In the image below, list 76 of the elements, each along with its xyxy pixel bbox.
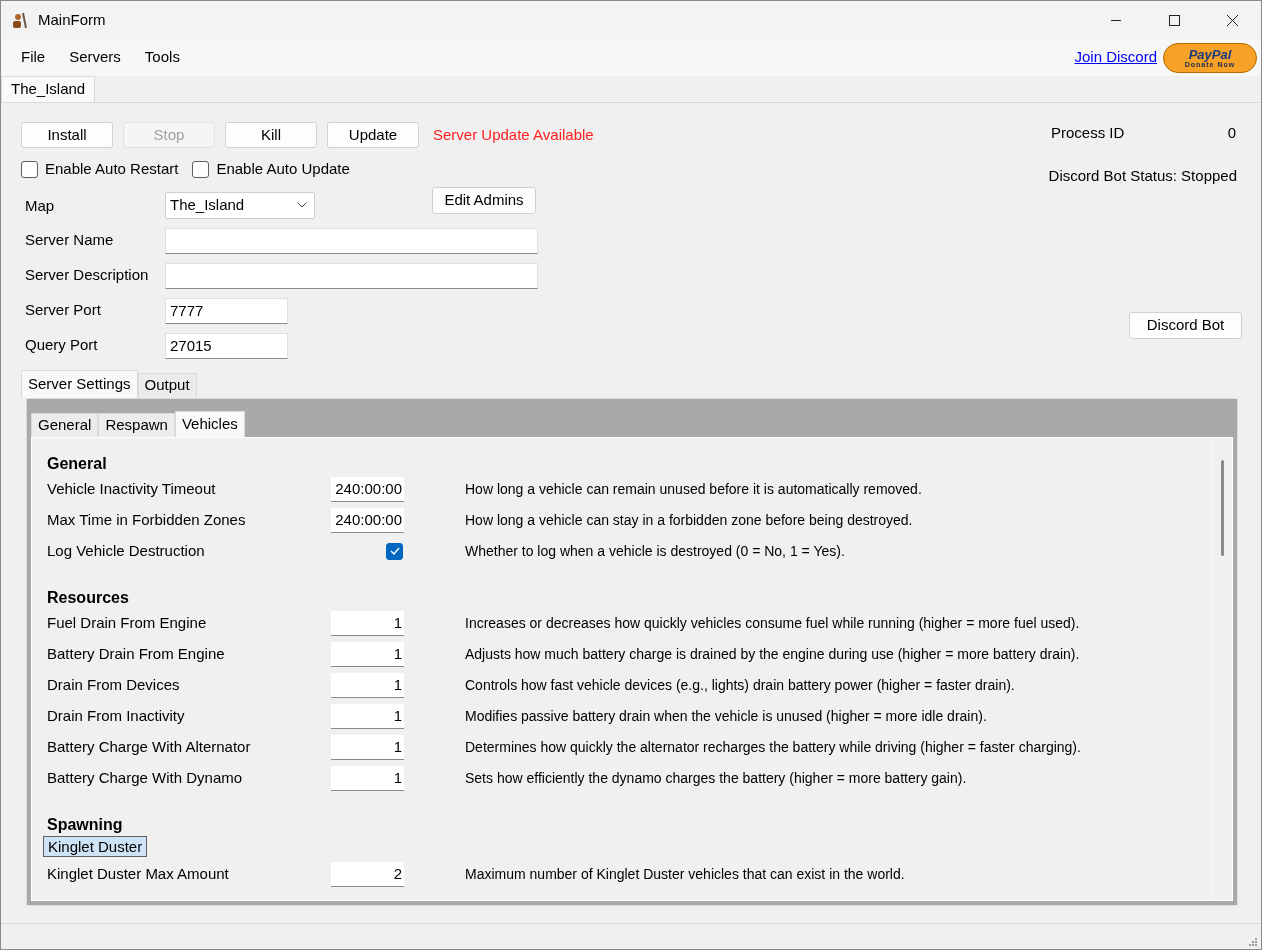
sub-tab[interactable]: General [31, 412, 99, 437]
menu-item[interactable]: Servers [57, 46, 133, 69]
chevron-down-icon [297, 202, 307, 208]
scrollbar-thumb[interactable] [1221, 459, 1224, 556]
process-id-label: Process ID [1051, 123, 1125, 143]
process-id-value: 0 [1227, 123, 1236, 143]
setting-description: Increases or decreases how quickly vehicles consume fuel while running (higher = more fuel used). [465, 613, 1081, 633]
server-tab[interactable]: The_Island [1, 76, 96, 102]
setting-description: Determines how quickly the alternator recharges the battery while driving (higher = faster charging). [465, 737, 1082, 757]
setting-input[interactable]: 1 [331, 641, 404, 667]
menu-item[interactable]: Tools [132, 46, 192, 69]
resize-grip-icon[interactable] [1247, 935, 1257, 946]
text-field[interactable]: 7777 [165, 297, 288, 324]
discord-link[interactable]: Join Discord [1074, 46, 1157, 69]
app-icon [11, 11, 29, 29]
setting-description: Modifies passive battery drain when the vehicle is unused (higher = more idle drain). [465, 706, 988, 726]
setting-label: Max Time in Forbidden Zones [47, 509, 247, 530]
setting-label: Log Vehicle Destruction [47, 540, 206, 561]
checkbox-label: Enable Auto Update [216, 159, 350, 179]
setting-label: Fuel Drain From Engine [47, 612, 208, 633]
setting-description: How long a vehicle can stay in a forbidden zone before being destroyed. [465, 510, 914, 530]
field-label: Server Port [24, 300, 102, 321]
setting-description: Whether to log when a vehicle is destroyed (0 = No, 1 = Yes). [465, 541, 846, 561]
section-heading: Resources [47, 587, 130, 608]
update-notice: Server Update Available [433, 124, 594, 145]
setting-input[interactable]: 1 [331, 672, 404, 698]
close-icon [1226, 14, 1238, 26]
field-label: Server Description [24, 265, 150, 286]
action-button[interactable]: Update [327, 122, 419, 148]
field-label: Server Name [24, 230, 115, 251]
setting-input[interactable]: 1 [331, 734, 404, 760]
action-button[interactable]: Install [21, 122, 113, 148]
setting-label: Battery Drain From Engine [47, 643, 226, 664]
sub-tab[interactable]: Vehicles [174, 410, 245, 437]
text-field[interactable] [165, 227, 538, 254]
discord-bot-button[interactable]: Discord Bot [1129, 312, 1242, 339]
checkbox-label: Enable Auto Restart [45, 159, 179, 179]
setting-description: Maximum number of Kinglet Duster vehicles that can exist in the world. [465, 864, 906, 884]
setting-input[interactable]: 240:00:00 [331, 507, 404, 533]
setting-label: Drain From Inactivity [47, 705, 186, 726]
setting-input[interactable]: 2 [331, 861, 404, 887]
setting-label: Vehicle Inactivity Timeout [47, 478, 217, 499]
field-label: Map [24, 195, 56, 216]
menu-item[interactable]: File [9, 46, 58, 69]
checkbox[interactable] [21, 160, 38, 178]
checkbox[interactable] [386, 542, 403, 560]
setting-description: Controls how fast vehicle devices (e.g., lights) drain battery power (higher = faster drain). [465, 675, 1016, 695]
checkbox[interactable] [192, 160, 210, 178]
window-title: MainForm [38, 9, 106, 30]
setting-label: Battery Charge With Dynamo [47, 767, 244, 788]
setting-label: Battery Charge With Alternator [47, 736, 252, 757]
setting-input[interactable]: 1 [331, 610, 404, 636]
setting-input[interactable]: 240:00:00 [331, 476, 404, 502]
action-button[interactable]: Kill [225, 122, 317, 148]
minimize-icon [1111, 19, 1121, 21]
check-icon [389, 547, 400, 555]
edit-admins-button[interactable]: Edit Admins [432, 186, 536, 214]
text-field[interactable]: 27015 [165, 332, 288, 359]
setting-input[interactable]: 1 [331, 765, 404, 791]
settings-tab[interactable]: Server Settings [21, 369, 138, 398]
setting-description: Sets how efficiently the dynamo charges the battery (higher = more battery gain). [465, 768, 968, 788]
field-label: Query Port [24, 335, 99, 356]
setting-label: Kinglet Duster Max Amount [47, 863, 230, 884]
section-heading: General [47, 453, 108, 474]
maximize-icon [1168, 14, 1180, 26]
section-heading: Spawning [47, 814, 124, 835]
map-dropdown[interactable]: The_Island [165, 191, 315, 219]
setting-description: Adjusts how much battery charge is drained by the engine during use (higher = more battery drain). [465, 644, 1081, 664]
text-field[interactable] [165, 262, 538, 289]
sub-tab[interactable]: Respawn [98, 412, 175, 437]
settings-tab[interactable]: Output [137, 372, 197, 398]
vehicle-group-label: Kinglet Duster [43, 836, 148, 857]
setting-input[interactable]: 1 [331, 703, 404, 729]
bot-status: Discord Bot Status: Stopped [1048, 165, 1237, 186]
setting-description: How long a vehicle can remain unused before it is automatically removed. [465, 479, 923, 499]
setting-label: Drain From Devices [47, 674, 181, 695]
